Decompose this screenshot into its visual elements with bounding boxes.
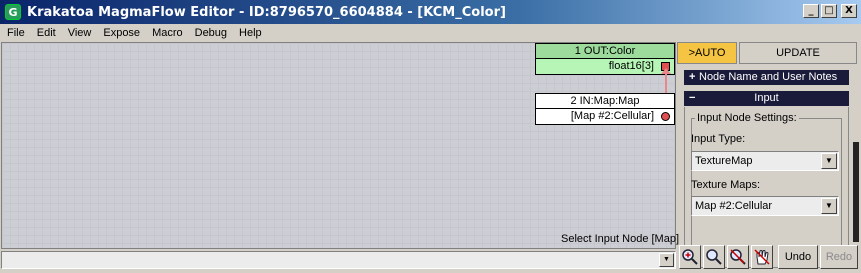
input-type-label: Input Type: <box>691 133 746 145</box>
input-type-select[interactable]: TextureMap ▼ <box>691 151 839 171</box>
node-graph-canvas[interactable]: 1 OUT:Color float16[3] 2 IN:Map:Map [Map… <box>1 42 676 249</box>
zoom-reset-icon <box>730 249 746 265</box>
menu-macro[interactable]: Macro <box>147 27 188 39</box>
zoom-in-icon <box>682 249 698 265</box>
menu-help[interactable]: Help <box>234 27 267 39</box>
input-node-socket-row: [Map #2:Cellular] <box>536 109 674 124</box>
expand-icon: + <box>689 71 696 83</box>
chevron-down-icon[interactable]: ▼ <box>821 153 837 169</box>
group-title: Input Node Settings: <box>695 112 799 124</box>
status-text: Select Input Node [Map] <box>561 233 680 245</box>
texture-maps-value: Map #2:Cellular <box>695 200 773 212</box>
update-button[interactable]: UPDATE <box>739 42 857 64</box>
status-dropdown-button[interactable]: ▼ <box>659 253 674 267</box>
menu-debug[interactable]: Debug <box>190 27 232 39</box>
window-title: Krakatoa MagmaFlow Editor - ID:8796570_6… <box>27 4 506 20</box>
input-socket-label: [Map #2:Cellular] <box>570 110 654 122</box>
output-socket-label: float16[3] <box>608 60 654 72</box>
auto-button[interactable]: >AUTO <box>677 42 737 64</box>
output-node[interactable]: 1 OUT:Color float16[3] <box>535 43 675 75</box>
close-button[interactable]: X <box>841 4 857 18</box>
status-field[interactable]: ▼ <box>1 251 676 269</box>
input-node-title: 2 IN:Map:Map <box>536 94 674 109</box>
input-node[interactable]: 2 IN:Map:Map [Map #2:Cellular] <box>535 93 675 125</box>
zoom-button[interactable] <box>703 245 725 269</box>
rollout-input[interactable]: − Input <box>684 91 849 106</box>
undo-button[interactable]: Undo <box>778 245 818 269</box>
menu-view[interactable]: View <box>63 27 97 39</box>
texture-maps-label: Texture Maps: <box>691 179 761 191</box>
rollout-node-name-label: Node Name and User Notes <box>699 71 838 83</box>
app-icon: G <box>5 4 21 20</box>
redo-button[interactable]: Redo <box>820 245 858 269</box>
menu-expose[interactable]: Expose <box>98 27 145 39</box>
hand-icon <box>754 249 770 265</box>
texture-maps-select[interactable]: Map #2:Cellular ▼ <box>691 196 839 216</box>
collapse-icon: − <box>689 92 696 104</box>
menu-edit[interactable]: Edit <box>32 27 61 39</box>
window-controls: _ □ X <box>803 4 857 18</box>
zoom-icon <box>706 249 722 265</box>
wire-arrow-icon <box>661 68 671 74</box>
maximize-button[interactable]: □ <box>821 4 837 18</box>
output-node-socket-row: float16[3] <box>536 59 674 74</box>
input-type-value: TextureMap <box>695 155 753 167</box>
panel-scrollbar[interactable] <box>853 142 859 242</box>
output-node-title: 1 OUT:Color <box>536 44 674 59</box>
side-panel: >AUTO UPDATE + Node Name and User Notes … <box>677 42 861 273</box>
menu-file[interactable]: File <box>2 27 30 39</box>
title-bar: G Krakatoa MagmaFlow Editor - ID:8796570… <box>0 0 861 24</box>
rollout-node-name[interactable]: + Node Name and User Notes <box>684 70 849 85</box>
chevron-down-icon[interactable]: ▼ <box>821 198 837 214</box>
zoom-reset-button[interactable] <box>727 245 749 269</box>
bottom-toolbar: Undo Redo <box>677 245 861 273</box>
zoom-in-button[interactable] <box>679 245 701 269</box>
pan-button[interactable] <box>751 245 773 269</box>
input-socket[interactable] <box>661 112 670 121</box>
minimize-button[interactable]: _ <box>803 4 819 18</box>
rollout-input-label: Input <box>754 92 779 104</box>
menu-bar: File Edit View Expose Macro Debug Help <box>0 24 861 42</box>
